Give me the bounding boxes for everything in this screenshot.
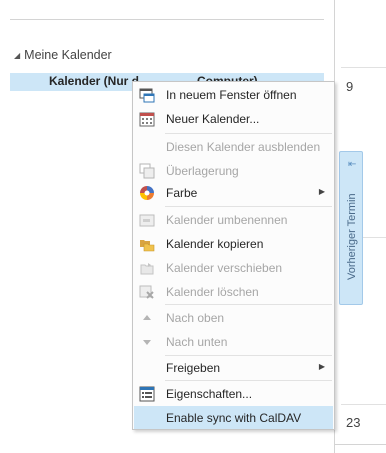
- menu-item-move-down[interactable]: Nach unten: [134, 330, 333, 353]
- menu-item-label: Freigeben: [166, 360, 221, 375]
- folder-copy-icon: [134, 236, 160, 252]
- menu-separator: [165, 304, 332, 305]
- submenu-arrow-icon: ▶: [318, 362, 325, 371]
- calendar-icon: [134, 111, 160, 127]
- menu-item-overlay[interactable]: Überlagerung: [134, 159, 333, 182]
- menu-item-move[interactable]: Kalender verschieben: [134, 256, 333, 279]
- menu-item-share[interactable]: Freigeben ▶: [134, 356, 333, 379]
- menu-item-hide-calendar[interactable]: Diesen Kalender ausblenden: [134, 135, 333, 158]
- arrow-up-icon: [134, 312, 160, 324]
- menu-item-label: Kalender umbenennen: [166, 212, 288, 227]
- group-header-my-calendars[interactable]: ◢ Meine Kalender: [14, 46, 112, 64]
- previous-appointment-button[interactable]: ⇤ Vorheriger Termin: [339, 151, 363, 305]
- menu-item-label: Farbe: [166, 185, 198, 200]
- nav-divider: [10, 19, 324, 20]
- menu-separator: [165, 206, 332, 207]
- menu-separator: [165, 133, 332, 134]
- menu-item-label: Enable sync with CalDAV: [166, 410, 302, 425]
- menu-item-properties[interactable]: Eigenschaften...: [134, 382, 333, 405]
- menu-item-label: Neuer Kalender...: [166, 111, 260, 126]
- previous-appointment-label: Vorheriger Termin: [346, 193, 358, 281]
- menu-item-new-calendar[interactable]: Neuer Kalender...: [134, 107, 333, 130]
- day-number: 9: [346, 79, 354, 94]
- menu-item-label: Diesen Kalender ausblenden: [166, 139, 321, 154]
- menu-separator: [165, 380, 332, 381]
- arrow-down-icon: [134, 336, 160, 348]
- delete-calendar-icon: [134, 284, 160, 300]
- menu-item-label: Kalender verschieben: [166, 260, 283, 275]
- new-window-icon: [134, 87, 160, 103]
- folder-move-icon: [134, 260, 160, 276]
- submenu-arrow-icon: ▶: [318, 187, 325, 196]
- properties-icon: [134, 386, 160, 402]
- menu-item-label: Nach unten: [166, 334, 228, 349]
- overlay-icon: [134, 163, 160, 179]
- menu-item-move-up[interactable]: Nach oben: [134, 306, 333, 329]
- rename-icon: [134, 212, 160, 228]
- menu-item-label: Kalender löschen: [166, 284, 259, 299]
- grid-bottom-line: [335, 444, 386, 445]
- menu-item-label: In neuem Fenster öffnen: [166, 87, 297, 102]
- menu-item-rename[interactable]: Kalender umbenennen: [134, 208, 333, 231]
- menu-item-copy[interactable]: Kalender kopieren: [134, 232, 333, 255]
- color-palette-icon: [134, 185, 160, 201]
- expand-triangle-icon[interactable]: ◢: [14, 51, 20, 60]
- group-label: Meine Kalender: [24, 48, 112, 62]
- menu-item-color[interactable]: Farbe ▶: [134, 181, 333, 204]
- arrow-left-icon: ⇤: [348, 159, 357, 170]
- menu-item-open-new-window[interactable]: In neuem Fenster öffnen: [134, 83, 333, 106]
- menu-item-label: Eigenschaften...: [166, 386, 253, 401]
- menu-item-enable-caldav[interactable]: Enable sync with CalDAV: [134, 406, 333, 429]
- context-menu: In neuem Fenster öffnen Neuer Kalender..…: [132, 81, 335, 430]
- menu-item-label: Nach oben: [166, 310, 225, 325]
- grid-line: [341, 404, 386, 405]
- menu-item-label: Kalender kopieren: [166, 236, 264, 251]
- grid-line: [341, 67, 386, 68]
- menu-item-label: Überlagerung: [166, 163, 239, 178]
- day-number: 23: [346, 415, 361, 430]
- menu-item-delete[interactable]: Kalender löschen: [134, 280, 333, 303]
